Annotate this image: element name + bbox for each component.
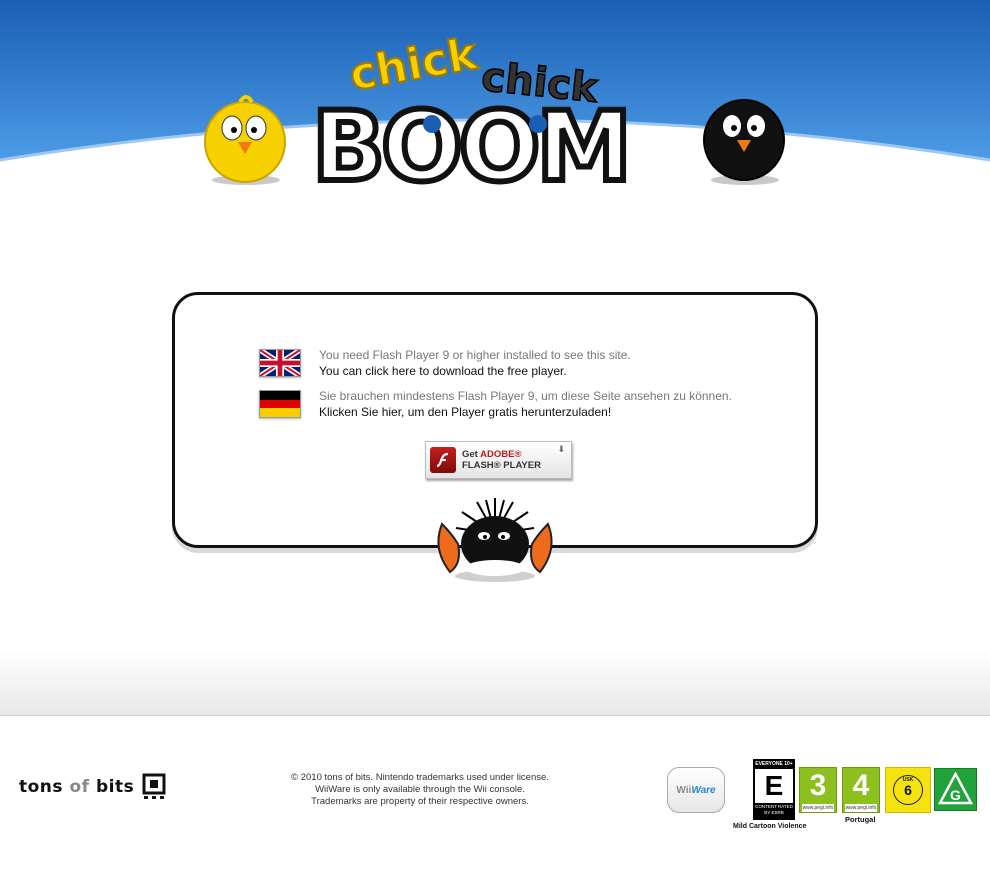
flash-player-icon [430, 447, 456, 473]
german-download-link[interactable]: Klicken Sie hier, um den Player gratis h… [319, 404, 732, 420]
download-arrow-icon: ⬇ [557, 445, 565, 455]
get-flash-player-button[interactable]: Get ADOBE® FLASH® PLAYER ⬇ [425, 441, 572, 479]
black-chick-icon [703, 99, 785, 185]
english-download-link[interactable]: You can click here to download the free … [319, 363, 631, 379]
german-message: Sie brauchen mindestens Flash Player 9, … [259, 388, 732, 420]
svg-text:G: G [950, 787, 961, 803]
esrb-descriptor: Mild Cartoon Violence [733, 823, 807, 830]
german-flag-icon [259, 390, 301, 418]
urchin-mascot-icon [432, 494, 558, 584]
esrb-rating-badge: EVERYONE 10+ E CONTENT RATED BY ESRB [753, 759, 795, 820]
g-rating-badge: G [934, 768, 977, 811]
german-requirement-text: Sie brauchen mindestens Flash Player 9, … [319, 389, 732, 403]
wiiware-logo: Wii Ware [667, 767, 725, 813]
pegi-portugal-label: Portugal [845, 815, 876, 824]
footer-divider [0, 650, 990, 716]
game-logo: chick chick BOOM [200, 18, 800, 206]
usk-6-badge: USK 6 [885, 767, 931, 813]
uk-flag-icon [259, 349, 301, 377]
english-requirement-text: You need Flash Player 9 or higher instal… [319, 348, 631, 362]
pegi-3-badge: 3 www.pegi.info [799, 767, 837, 813]
english-message: You need Flash Player 9 or higher instal… [259, 347, 631, 379]
yellow-chick-icon [204, 95, 286, 185]
pegi-4-badge: 4 www.pegi.info [842, 767, 880, 813]
svg-text:BOOM: BOOM [312, 91, 628, 198]
tons-of-bits-mark-icon [142, 773, 166, 799]
tons-of-bits-logo[interactable]: tons of bits [19, 773, 166, 801]
copyright-notice: © 2010 tons of bits. Nintendo trademarks… [291, 772, 549, 807]
